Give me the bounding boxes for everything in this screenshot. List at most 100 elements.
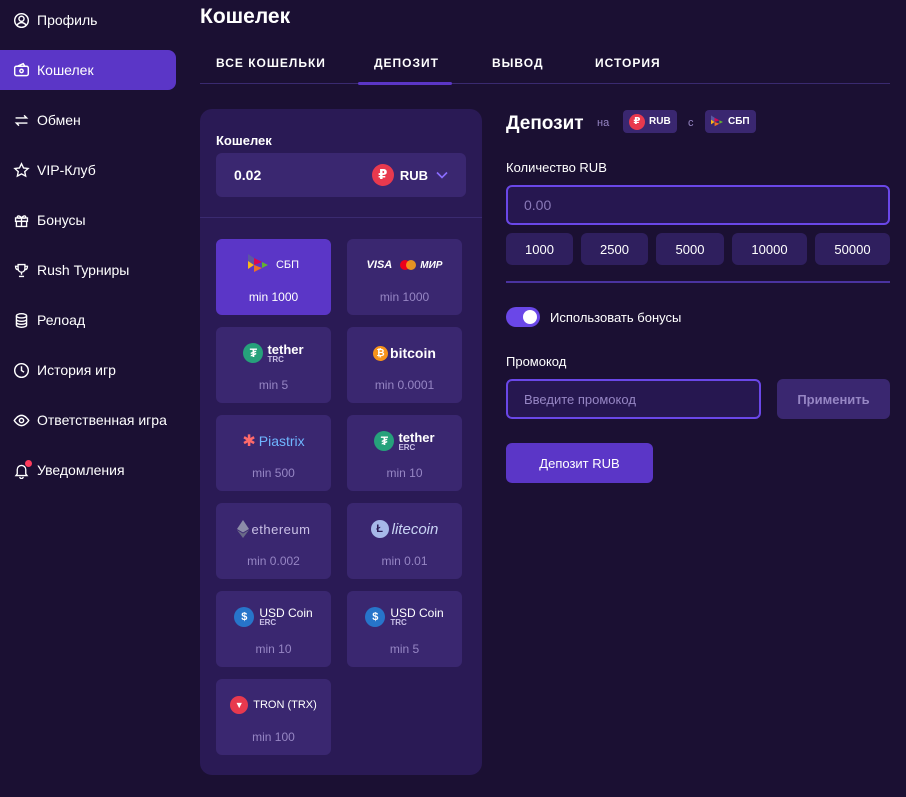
sidebar-item-label: VIP-Клуб xyxy=(37,162,96,178)
bell-icon xyxy=(12,460,32,479)
method-card-sbp[interactable]: СБП min 1000 xyxy=(216,239,331,315)
method-name: TRON (TRX) xyxy=(253,699,317,711)
deposit-submit-button[interactable]: Депозит RUB xyxy=(506,443,653,483)
wallet-currency-code: RUB xyxy=(399,167,428,183)
method-card-tether-trc[interactable]: ₮ tether TRC min 5 xyxy=(216,327,331,403)
usd-coin-icon: $ xyxy=(234,607,255,627)
deposit-currency-chip: ₽ RUB xyxy=(623,110,677,133)
method-name: ethereum xyxy=(251,521,311,537)
sidebar: Профиль Кошелек Обмен VIP-Клуб Бонусы Ru… xyxy=(0,0,186,797)
method-card-usdc-erc[interactable]: $ USD Coin ERC min 10 xyxy=(216,591,331,667)
piastrix-icon: ✱ xyxy=(242,433,256,450)
use-bonus-toggle[interactable] xyxy=(506,307,540,327)
page-title: Кошелек xyxy=(200,5,291,28)
method-logo: $ USD Coin ERC xyxy=(216,605,331,629)
method-min: min 10 xyxy=(386,466,423,480)
method-min: min 100 xyxy=(252,730,295,744)
method-logo: ✱ Piastrix xyxy=(216,429,331,453)
user-circle-icon xyxy=(12,11,30,29)
gift-icon xyxy=(12,211,30,229)
method-min: min 1000 xyxy=(248,290,299,304)
method-logo: $ USD Coin TRC xyxy=(347,605,462,629)
sbp-logo-icon xyxy=(247,254,268,272)
exchange-icon xyxy=(12,111,30,129)
chip-label: RUB xyxy=(649,116,671,127)
method-card-tether-erc[interactable]: ₮ tether ERC min 10 xyxy=(347,415,462,491)
sidebar-item-label: Rush Турниры xyxy=(37,262,130,278)
method-name: Piastrix xyxy=(258,433,305,449)
wallet-label: Кошелек xyxy=(216,133,272,148)
method-logo: Ł litecoin xyxy=(347,517,462,541)
quick-amount-button[interactable]: 2500 xyxy=(581,233,648,265)
sidebar-item-notifications[interactable]: Уведомления xyxy=(0,450,176,490)
sidebar-item-reload[interactable]: Релоад xyxy=(0,300,176,340)
method-logo: ethereum xyxy=(216,517,331,541)
method-min: min 0.01 xyxy=(381,554,428,568)
ethereum-icon xyxy=(236,520,249,538)
method-card-litecoin[interactable]: Ł litecoin min 0.01 xyxy=(347,503,462,579)
sidebar-item-exchange[interactable]: Обмен xyxy=(0,100,176,140)
sidebar-item-wallet[interactable]: Кошелек xyxy=(0,50,176,90)
clock-icon xyxy=(12,361,30,379)
method-card-bitcoin[interactable]: ₿ bitcoin min 0.0001 xyxy=(347,327,462,403)
method-min: min 1000 xyxy=(379,290,430,304)
method-logo: ₮ tether TRC xyxy=(216,341,331,365)
method-logo: ₮ tether ERC xyxy=(347,429,462,453)
sidebar-item-profile[interactable]: Профиль xyxy=(0,0,176,40)
method-card-usdc-trc[interactable]: $ USD Coin TRC min 5 xyxy=(347,591,462,667)
wallet-currency: ₽ RUB xyxy=(371,164,448,186)
deposit-method-chip: СБП xyxy=(705,110,756,133)
method-card-ethereum[interactable]: ethereum min 0.002 xyxy=(216,503,331,579)
sidebar-item-vip[interactable]: VIP-Клуб xyxy=(0,150,176,190)
tron-icon: ▼ xyxy=(230,696,249,714)
deposit-title: Депозит xyxy=(506,113,584,134)
quick-amount-button[interactable]: 10000 xyxy=(732,233,807,265)
sidebar-item-label: Бонусы xyxy=(37,212,86,228)
method-name-2: МИР xyxy=(420,259,443,271)
sidebar-item-label: Уведомления xyxy=(37,462,125,478)
apply-promo-button[interactable]: Применить xyxy=(777,379,890,419)
chevron-down-icon xyxy=(436,168,448,182)
promo-input[interactable] xyxy=(506,379,761,419)
tab-deposit[interactable]: ДЕПОЗИТ xyxy=(374,56,439,70)
quick-amount-button[interactable]: 5000 xyxy=(656,233,724,265)
wallet-currency-select[interactable]: 0.02 ₽ RUB xyxy=(216,153,466,197)
method-network: ERC xyxy=(259,618,277,627)
sidebar-item-label: Обмен xyxy=(37,112,81,128)
wallet-panel: Кошелек 0.02 ₽ RUB СБП min 1000 VISA МИР… xyxy=(200,109,482,775)
amount-label: Количество RUB xyxy=(506,160,607,175)
wallet-icon xyxy=(12,61,30,79)
method-name: tether xyxy=(267,341,304,357)
sidebar-item-game-history[interactable]: История игр xyxy=(0,350,176,390)
method-logo: ₿ bitcoin xyxy=(347,341,462,365)
sidebar-item-label: Кошелек xyxy=(37,62,94,78)
deposit-from-label: с xyxy=(688,117,694,129)
quick-amount-button[interactable]: 50000 xyxy=(815,233,890,265)
method-name: VISA xyxy=(366,259,393,271)
database-icon xyxy=(12,311,30,329)
method-name: СБП xyxy=(275,259,300,271)
toggle-knob xyxy=(523,310,537,324)
method-name: bitcoin xyxy=(390,345,436,361)
sbp-logo-icon xyxy=(711,114,723,126)
sidebar-item-bonuses[interactable]: Бонусы xyxy=(0,200,176,240)
method-card-piastrix[interactable]: ✱ Piastrix min 500 xyxy=(216,415,331,491)
amount-input[interactable] xyxy=(506,185,890,225)
tab-all-wallets[interactable]: ВСЕ КОШЕЛЬКИ xyxy=(216,56,326,70)
divider xyxy=(506,281,890,283)
tab-history[interactable]: ИСТОРИЯ xyxy=(595,56,661,70)
method-card-visa-mir[interactable]: VISA МИР min 1000 xyxy=(347,239,462,315)
method-logo: VISA МИР xyxy=(347,253,462,277)
quick-amount-button[interactable]: 1000 xyxy=(506,233,573,265)
method-name: litecoin xyxy=(391,520,439,538)
sidebar-item-rush-tournaments[interactable]: Rush Турниры xyxy=(0,250,176,290)
litecoin-icon: Ł xyxy=(370,520,389,538)
sidebar-item-responsible-gaming[interactable]: Ответственная игра xyxy=(0,400,176,440)
notification-dot xyxy=(25,460,32,467)
trophy-icon xyxy=(12,261,30,279)
eye-icon xyxy=(12,411,30,429)
method-card-tron[interactable]: ▼ TRON (TRX) min 100 xyxy=(216,679,331,755)
method-min: min 5 xyxy=(389,642,420,656)
tab-withdraw[interactable]: ВЫВОД xyxy=(492,56,544,70)
active-tab-indicator xyxy=(358,82,452,85)
